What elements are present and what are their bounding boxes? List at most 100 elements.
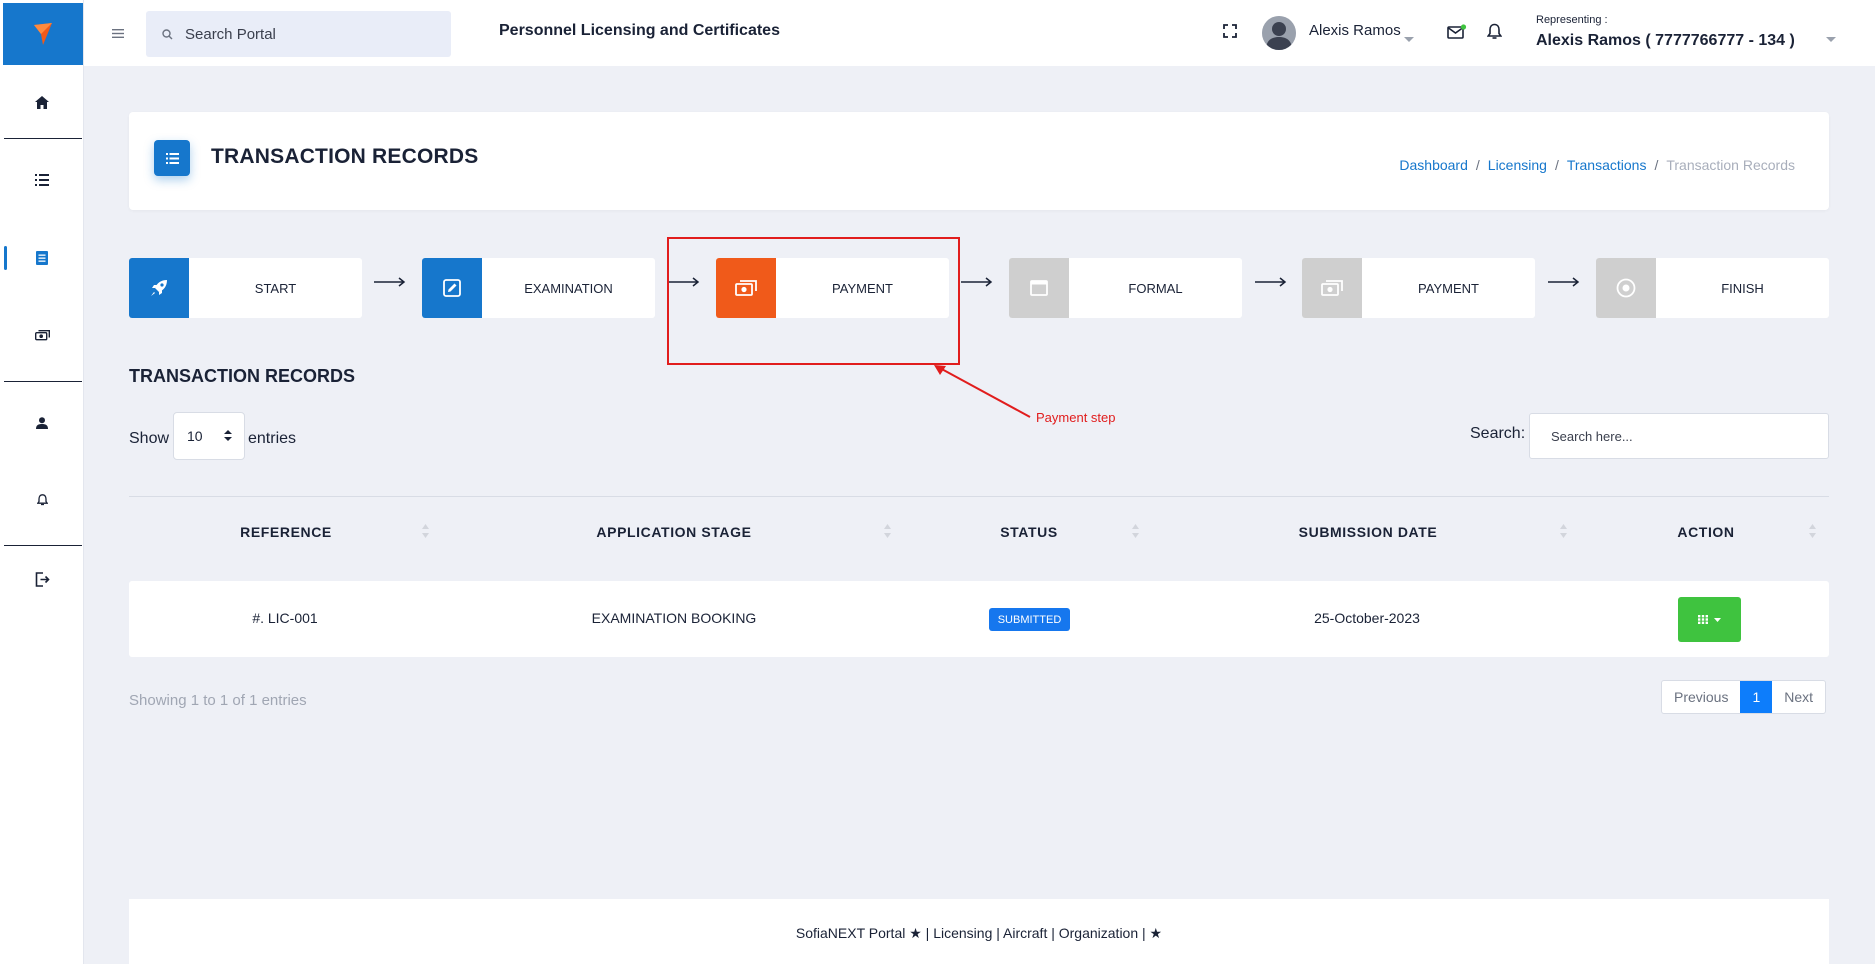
table-row: [129, 581, 1829, 657]
column-header-application-stage[interactable]: APPLICATION STAGE: [596, 524, 751, 540]
sort-icon[interactable]: [1560, 524, 1567, 538]
breadcrumb-transactions[interactable]: Transactions: [1567, 157, 1647, 173]
entries-select[interactable]: 10: [173, 412, 245, 460]
sidebar-item-notifications[interactable]: [0, 480, 84, 520]
user-avatar-icon: [1262, 16, 1296, 50]
search-icon: [162, 28, 173, 39]
notifications-button[interactable]: [1486, 23, 1503, 45]
fullscreen-button[interactable]: [1223, 24, 1237, 43]
step-label: EXAMINATION: [524, 280, 613, 296]
sort-icon[interactable]: [422, 524, 429, 538]
portal-search-input[interactable]: [185, 25, 425, 43]
rocket-icon: [151, 280, 167, 296]
table-divider: [129, 496, 1829, 497]
logout-icon: [35, 571, 50, 587]
annotation-arrow: [934, 365, 1031, 418]
footer: SofiaNEXT Portal ★ | Licensing | Aircraf…: [129, 899, 1829, 964]
breadcrumb-separator: /: [1554, 157, 1559, 173]
document-icon: [36, 251, 48, 265]
sidebar-item-profile[interactable]: [0, 403, 84, 443]
sidebar-item-document[interactable]: [0, 238, 84, 278]
app-title: Personnel Licensing and Certificates: [499, 22, 780, 39]
column-header-submission-date[interactable]: SUBMISSION DATE: [1299, 524, 1438, 540]
sidebar-item-list[interactable]: [0, 160, 84, 200]
step-finish[interactable]: FINISH: [1596, 258, 1829, 318]
breadcrumb-licensing[interactable]: Licensing: [1488, 157, 1547, 173]
stop-circle-icon: [1616, 278, 1636, 298]
column-header-status[interactable]: STATUS: [1000, 524, 1058, 540]
column-header-reference[interactable]: REFERENCE: [240, 524, 332, 540]
list-icon: [35, 174, 49, 186]
fullscreen-icon: [1223, 24, 1237, 38]
cell-submission-date: 25-October-2023: [1314, 610, 1420, 626]
grid-icon: [1698, 615, 1708, 624]
bell-icon: [36, 494, 48, 506]
step-start[interactable]: START: [129, 258, 362, 318]
pagination: Previous 1 Next: [1661, 680, 1827, 714]
breadcrumb: Dashboard / Licensing / Transactions / T…: [1399, 157, 1795, 173]
entries-label: entries: [248, 430, 297, 447]
bell-icon: [1486, 23, 1503, 39]
portal-search: [146, 11, 451, 57]
user-menu-caret[interactable]: [1404, 30, 1414, 48]
caret-down-icon: [1714, 617, 1721, 622]
user-icon: [36, 417, 48, 429]
step-icon-box: [129, 258, 189, 318]
entries-value: 10: [187, 428, 203, 444]
step-label: PAYMENT: [1418, 280, 1479, 296]
caret-down-icon: [1826, 37, 1836, 42]
step-formal[interactable]: FORMAL: [1009, 258, 1242, 318]
arrow-right-icon: [1255, 277, 1287, 287]
mail-icon: [1447, 24, 1467, 39]
logo-icon: [34, 23, 52, 45]
user-name[interactable]: Alexis Ramos: [1309, 22, 1401, 39]
sidebar-divider: [4, 545, 82, 546]
sidebar-divider: [4, 381, 82, 382]
updown-icon: [224, 430, 232, 441]
step-icon-box: [1009, 258, 1069, 318]
previous-page-button[interactable]: Previous: [1662, 681, 1740, 713]
representing-caret[interactable]: [1826, 30, 1836, 48]
list-icon: [165, 152, 179, 164]
money-icon: [34, 330, 50, 341]
table-info: Showing 1 to 1 of 1 entries: [129, 692, 307, 709]
menu-toggle-button[interactable]: [112, 25, 124, 43]
arrow-right-icon: [374, 277, 406, 287]
money-icon: [1321, 280, 1343, 296]
step-label: FINISH: [1721, 280, 1764, 296]
sidebar-item-payment[interactable]: [0, 316, 84, 356]
next-page-button[interactable]: Next: [1772, 681, 1825, 713]
breadcrumb-dashboard[interactable]: Dashboard: [1399, 157, 1468, 173]
app-logo[interactable]: [3, 3, 83, 65]
table-search-input[interactable]: [1529, 413, 1829, 459]
messages-button[interactable]: [1447, 24, 1467, 45]
page-title: TRANSACTION RECORDS: [211, 145, 479, 168]
page-header-icon: [154, 140, 190, 176]
representing-value[interactable]: Alexis Ramos ( 7777766777 - 134 ): [1536, 32, 1795, 50]
hamburger-icon: [112, 29, 124, 38]
sidebar-item-logout[interactable]: [0, 559, 84, 599]
caret-down-icon: [1404, 37, 1414, 42]
sort-icon[interactable]: [1132, 524, 1139, 538]
sidebar: [0, 0, 84, 964]
sort-icon[interactable]: [1809, 524, 1816, 538]
column-header-action[interactable]: ACTION: [1677, 524, 1734, 540]
arrow-right-icon: [1548, 277, 1580, 287]
step-label: START: [254, 280, 297, 296]
sort-icon[interactable]: [884, 524, 891, 538]
annotation-label: Payment step: [1036, 410, 1116, 425]
row-action-button[interactable]: [1678, 597, 1741, 642]
step-examination[interactable]: EXAMINATION: [422, 258, 655, 318]
show-label: Show: [129, 430, 170, 447]
step-payment-2[interactable]: PAYMENT: [1302, 258, 1535, 318]
highlight-box: [667, 237, 960, 365]
representing-label: Representing :: [1536, 14, 1608, 26]
cell-application-stage: EXAMINATION BOOKING: [591, 610, 757, 626]
avatar[interactable]: [1262, 16, 1296, 50]
step-icon-box: [422, 258, 482, 318]
breadcrumb-separator: /: [1654, 157, 1659, 173]
page-button-1[interactable]: 1: [1740, 681, 1773, 713]
section-title: TRANSACTION RECORDS: [129, 366, 356, 386]
cell-reference: #. LIC-001: [252, 610, 318, 626]
sidebar-item-home[interactable]: [0, 82, 84, 122]
